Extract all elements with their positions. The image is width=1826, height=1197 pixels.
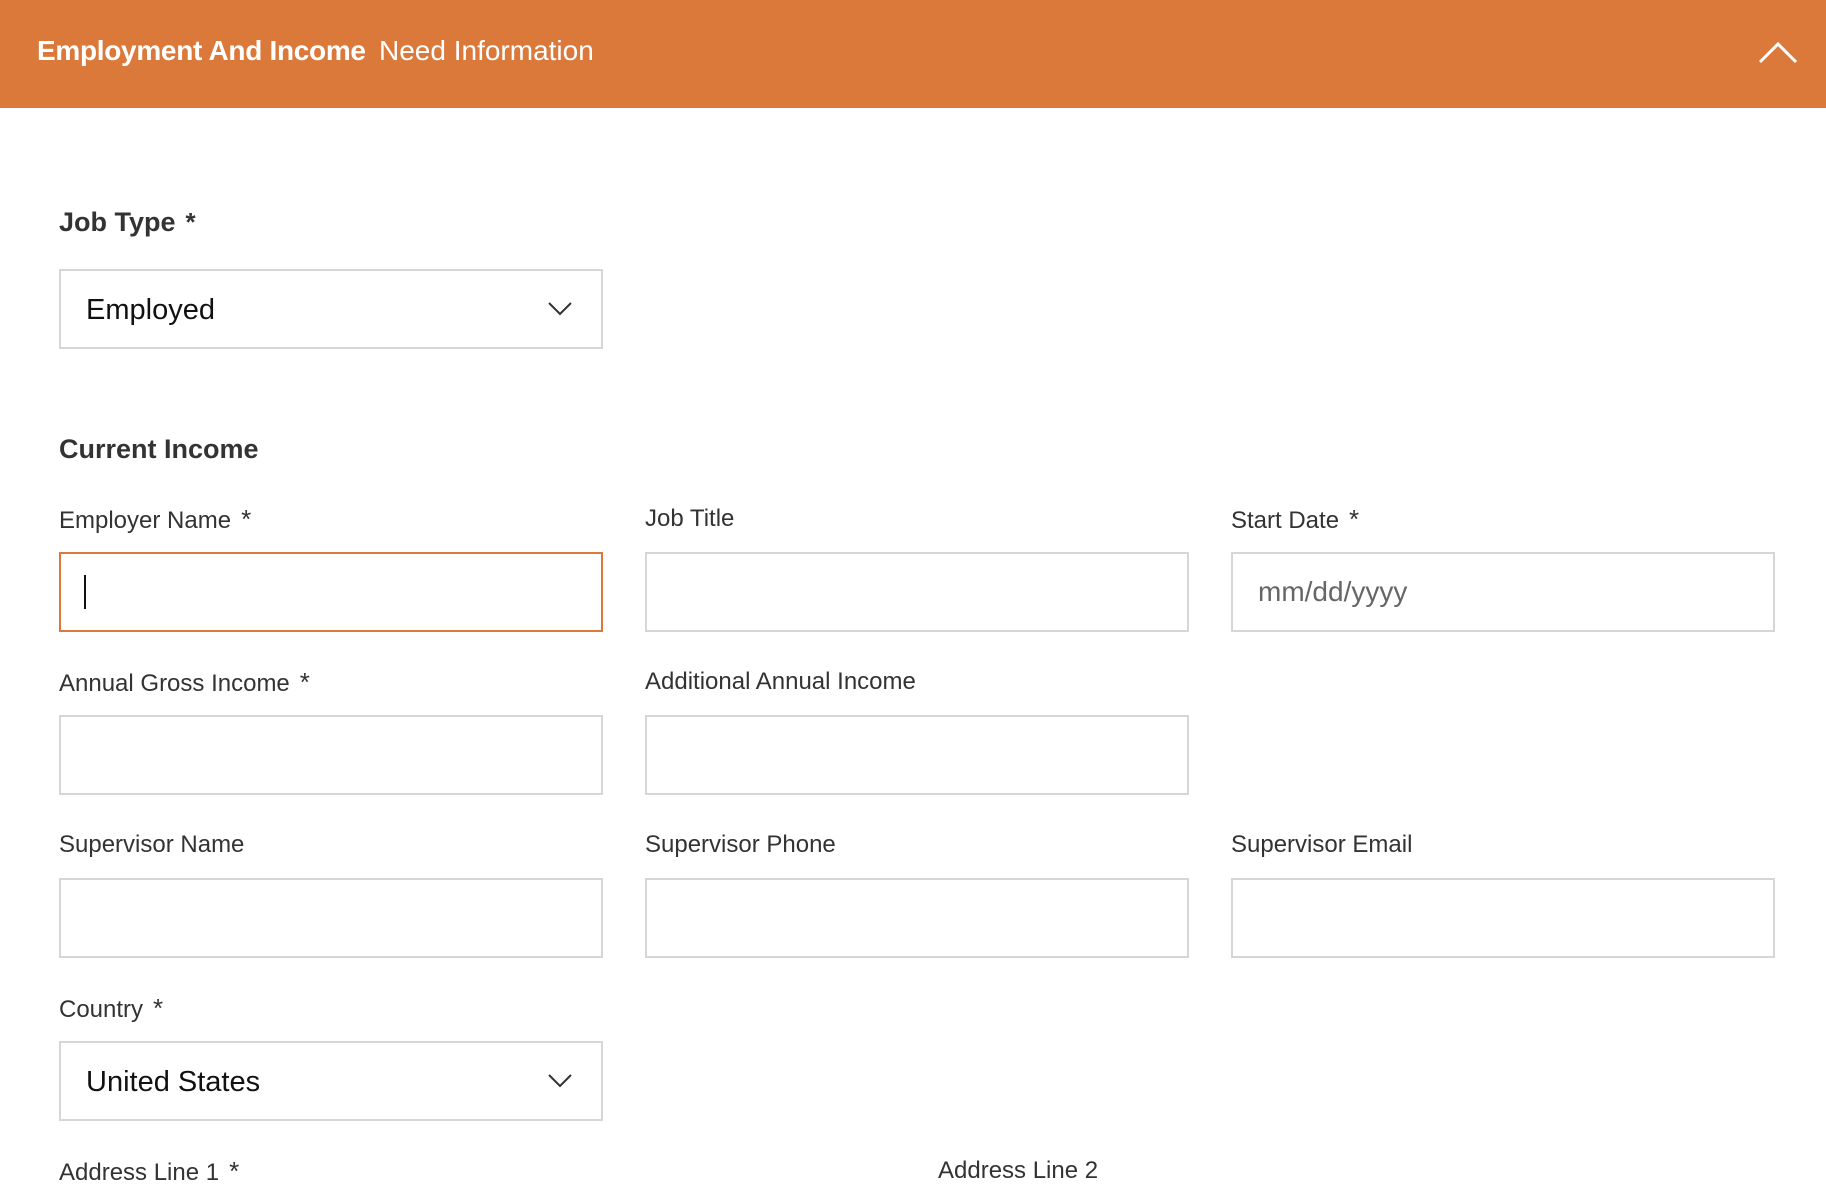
job-title-input[interactable]	[645, 552, 1189, 632]
additional-annual-income-label: Additional Annual Income	[645, 668, 916, 695]
country-label: Country *	[59, 993, 164, 1023]
chevron-down-icon	[548, 1074, 572, 1088]
required-mark: *	[153, 993, 164, 1023]
job-type-select[interactable]: Employed	[59, 269, 603, 349]
supervisor-email-label: Supervisor Email	[1231, 831, 1413, 858]
section-status: Need Information	[379, 35, 594, 66]
address-line-1-label: Address Line 1 *	[59, 1156, 240, 1186]
job-type-value: Employed	[86, 294, 215, 326]
employer-name-input[interactable]	[59, 552, 603, 632]
employer-name-label: Employer Name *	[59, 504, 252, 534]
country-value: United States	[86, 1066, 261, 1098]
start-date-label: Start Date *	[1231, 504, 1360, 534]
country-select[interactable]: United States	[59, 1041, 603, 1121]
required-mark: *	[229, 1156, 240, 1186]
required-mark: *	[241, 504, 252, 534]
address-line-2-label: Address Line 2	[938, 1157, 1099, 1184]
supervisor-email-input[interactable]	[1231, 878, 1775, 958]
supervisor-phone-label: Supervisor Phone	[645, 831, 836, 858]
supervisor-phone-input[interactable]	[645, 878, 1189, 958]
job-type-label: Job Type *	[59, 207, 196, 237]
text-caret	[84, 575, 86, 609]
required-mark: *	[299, 667, 310, 697]
annual-gross-income-input[interactable]	[59, 715, 603, 795]
current-income-heading: Current Income	[59, 434, 259, 464]
section-title: Employment And Income	[37, 35, 366, 66]
job-title-label: Job Title	[645, 505, 735, 532]
required-mark: *	[1349, 504, 1360, 534]
section-header[interactable]: Employment And Income Need Information	[0, 0, 1826, 108]
chevron-up-icon[interactable]	[1756, 36, 1800, 68]
supervisor-name-label: Supervisor Name	[59, 831, 245, 858]
required-mark: *	[185, 207, 196, 237]
chevron-down-icon	[548, 302, 572, 316]
start-date-input[interactable]	[1231, 552, 1775, 632]
supervisor-name-input[interactable]	[59, 878, 603, 958]
additional-annual-income-input[interactable]	[645, 715, 1189, 795]
annual-gross-income-label: Annual Gross Income *	[59, 667, 310, 697]
